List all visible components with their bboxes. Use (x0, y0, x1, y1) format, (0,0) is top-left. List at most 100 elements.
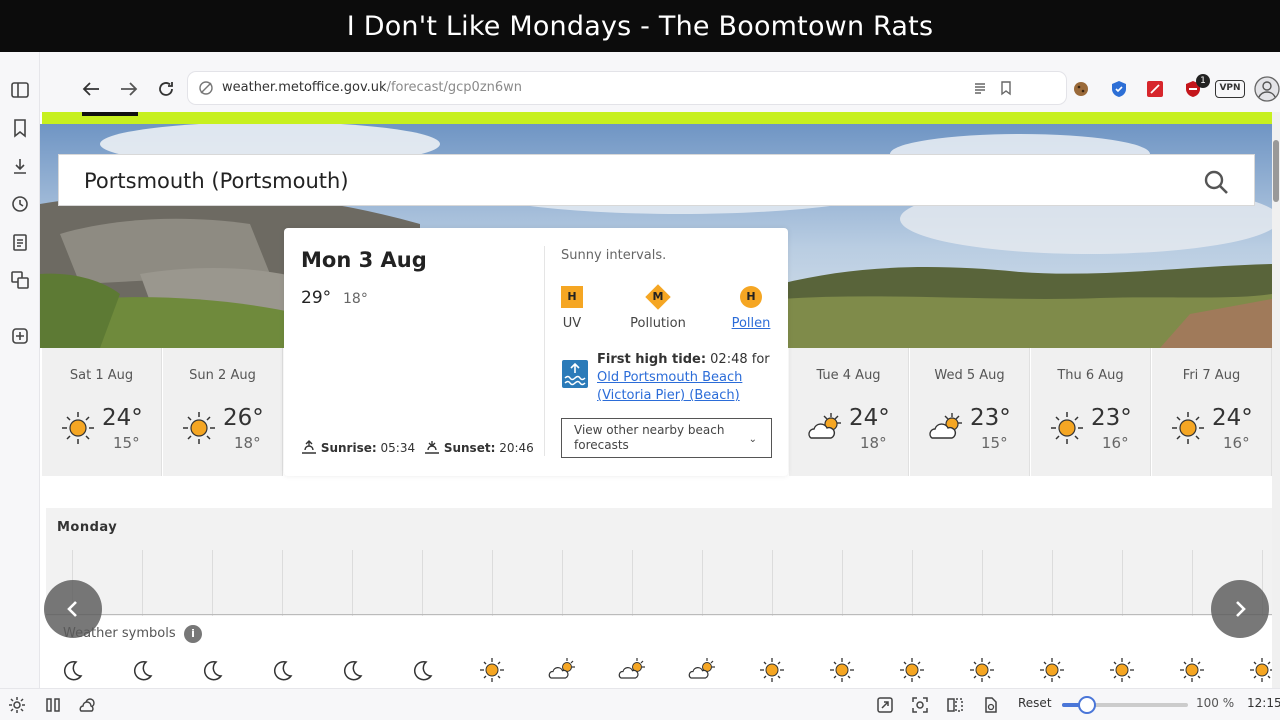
browser-toolbar: weather.metoffice.gov.uk/forecast/gcp0zn… (40, 52, 1280, 112)
profile-avatar-icon[interactable] (1254, 76, 1280, 102)
day-tab-wed[interactable]: Wed 5 Aug 23° 15° (910, 348, 1030, 476)
hourly-divider (46, 614, 1272, 615)
sun-cloud-icon (929, 413, 962, 439)
bookmark-page-icon[interactable] (998, 80, 1014, 96)
selected-day-panel: Mon 3 Aug 29° 18° Sunrise: 05:34 Sunset:… (284, 228, 788, 476)
hourly-day-title: Monday (57, 520, 118, 535)
url-text: weather.metoffice.gov.uk/forecast/gcp0zn… (222, 80, 523, 95)
selected-date: Mon 3 Aug (301, 248, 427, 272)
forward-button[interactable] (118, 78, 140, 100)
add-panel-icon[interactable] (10, 326, 30, 346)
scroll-right-button[interactable] (1211, 580, 1269, 638)
moon-icon (128, 656, 156, 684)
pollution-badge: M (645, 284, 671, 310)
day-tab-thu[interactable]: Thu 6 Aug 23° 16° (1031, 348, 1151, 476)
tile-view-icon[interactable] (945, 695, 965, 715)
vpn-button[interactable]: VPN (1215, 80, 1245, 98)
moon-icon (58, 656, 86, 684)
translate-icon[interactable] (10, 270, 30, 290)
pollen-link[interactable]: Pollen (711, 316, 791, 331)
screenshot-icon[interactable] (910, 695, 930, 715)
sun-icon (968, 656, 996, 684)
info-icon[interactable]: i (184, 625, 202, 643)
video-title: I Don't Like Mondays - The Boomtown Rats (346, 11, 934, 42)
web-page: Portsmouth (Portsmouth) Sat 1 Aug 24° 15… (40, 112, 1272, 688)
page-actions-icon[interactable] (980, 695, 1000, 715)
day-tab-sun[interactable]: Sun 2 Aug 26° 18° (163, 348, 283, 476)
settings-gear-icon[interactable] (7, 695, 27, 715)
sun-icon (478, 656, 506, 684)
scrollbar-thumb[interactable] (1273, 140, 1279, 202)
uv-badge: H (561, 286, 583, 308)
location-search[interactable]: Portsmouth (Portsmouth) (58, 154, 1255, 206)
sun-cloud-icon (688, 656, 716, 684)
sun-icon (758, 656, 786, 684)
site-info-icon[interactable] (198, 80, 214, 96)
page-scrollbar[interactable] (1272, 112, 1280, 688)
capture-icon[interactable] (875, 695, 895, 715)
cookie-extension-icon[interactable] (1070, 78, 1092, 100)
lime-header-strip (42, 112, 1272, 124)
uv-label: UV (562, 316, 582, 331)
search-icon[interactable] (1202, 168, 1230, 196)
tide-location-link[interactable]: Old Portsmouth Beach (Victoria Pier) (Bea… (597, 369, 777, 405)
clock: 12:15 (1247, 696, 1280, 710)
sun-icon (1051, 412, 1083, 444)
pollen-badge: H (740, 286, 762, 308)
sun-icon (828, 656, 856, 684)
day-tab-sat[interactable]: Sat 1 Aug 24° 15° (42, 348, 162, 476)
address-bar[interactable]: weather.metoffice.gov.uk/forecast/gcp0zn… (188, 72, 1066, 104)
zoom-slider-handle[interactable] (1078, 696, 1097, 714)
beach-forecast-select[interactable]: View other nearby beach forecasts ⌄ (561, 418, 772, 458)
day-tab-tue[interactable]: Tue 4 Aug 24° 18° (789, 348, 909, 476)
sun-icon (1172, 412, 1204, 444)
chevron-down-icon: ⌄ (748, 434, 757, 445)
shield-extension-icon[interactable] (1108, 78, 1130, 100)
sun-icon (1038, 656, 1066, 684)
sun-icon (62, 412, 94, 444)
sun-icon (1178, 656, 1206, 684)
sunrise-icon (302, 440, 316, 454)
search-input[interactable]: Portsmouth (Portsmouth) (84, 169, 349, 193)
day-tab-fri[interactable]: Fri 7 Aug 24° 16° (1152, 348, 1272, 476)
weather-symbols-row: Weather symbols i (46, 616, 1272, 688)
moon-icon (408, 656, 436, 684)
back-button[interactable] (80, 78, 102, 100)
tide-icon (562, 360, 588, 388)
history-icon[interactable] (10, 194, 30, 214)
sun-icon (1248, 656, 1272, 684)
selected-high-temp: 29° (301, 288, 332, 308)
reader-mode-icon[interactable] (972, 80, 988, 96)
sunset-info: Sunset: 20:46 (424, 440, 534, 455)
active-nav-indicator (82, 112, 138, 116)
hourly-forecast: Monday 00:0001:0002:0003:0004:0005:0006:… (46, 508, 1272, 688)
weather-description: Sunny intervals. (561, 248, 667, 263)
weather-widget-icon[interactable] (78, 695, 98, 715)
reload-button[interactable] (155, 78, 177, 100)
zoom-reset-button[interactable]: Reset (1018, 696, 1052, 710)
scroll-left-button[interactable] (44, 580, 102, 638)
selected-low-temp: 18° (343, 291, 368, 307)
sun-icon (898, 656, 926, 684)
pdf-extension-icon[interactable] (1144, 78, 1166, 100)
moon-icon (338, 656, 366, 684)
sun-cloud-icon (618, 656, 646, 684)
sunrise-info: Sunrise: 05:34 (301, 440, 415, 455)
browser-sidebar (0, 52, 40, 688)
bookmark-icon[interactable] (10, 118, 30, 138)
moon-icon (198, 656, 226, 684)
sun-cloud-icon (808, 413, 841, 439)
notes-icon[interactable] (10, 232, 30, 252)
sidebar-panel-icon[interactable] (10, 80, 30, 100)
extension-badge: 1 (1196, 74, 1210, 88)
sun-icon (183, 412, 215, 444)
download-icon[interactable] (10, 156, 30, 176)
zoom-level: 100 % (1196, 696, 1235, 710)
panel-toggle-icon[interactable] (43, 695, 63, 715)
video-title-bar: I Don't Like Mondays - The Boomtown Rats (0, 0, 1280, 52)
sunset-icon (425, 441, 439, 454)
pollution-label: Pollution (630, 316, 686, 331)
sun-icon (1108, 656, 1136, 684)
browser-statusbar: Reset 100 % 12:15 (0, 688, 1280, 720)
panel-divider (544, 246, 545, 456)
